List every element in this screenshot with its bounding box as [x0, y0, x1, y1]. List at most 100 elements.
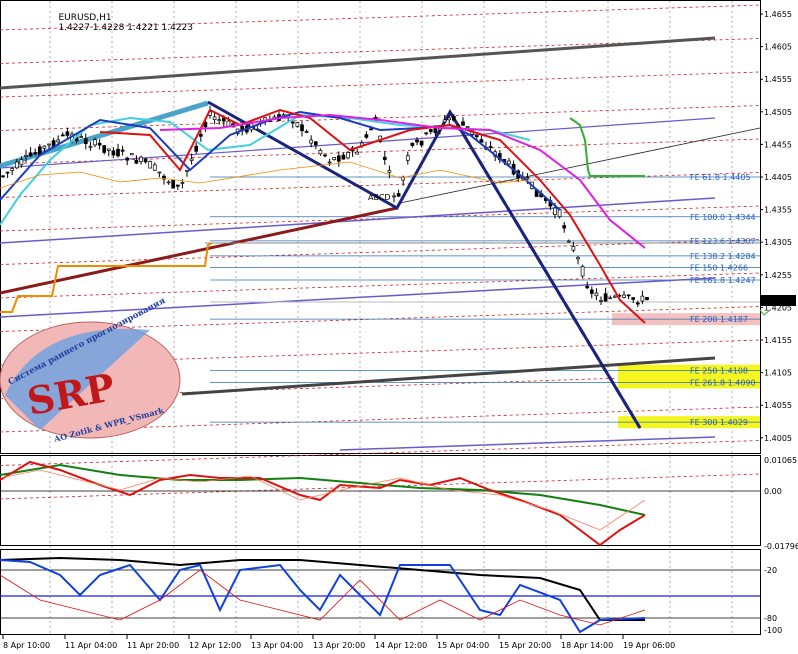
time-axis-label: 19 Apr 06:00 [623, 641, 675, 650]
candle-body [603, 293, 608, 302]
candle-body [166, 181, 171, 184]
candle-body [456, 124, 461, 127]
candle-body [336, 155, 341, 162]
candle-body [433, 127, 438, 134]
current-price-label: 1.4223 [763, 297, 791, 306]
candle-body [111, 150, 116, 156]
candle-body [290, 121, 295, 124]
fib-level-label: FE 123.6 1.4307 [690, 237, 756, 246]
time-axis-label: 12 Apr 12:00 [189, 641, 241, 650]
candle-body [88, 145, 93, 148]
candle-body [295, 122, 300, 127]
candle-body [405, 155, 410, 161]
candle-body [134, 159, 139, 164]
price-axis-label: 1.4055 [764, 401, 792, 410]
candle-body [571, 246, 576, 251]
time-axis-label: 13 Apr 20:00 [313, 641, 365, 650]
price-axis-label: 1.4605 [764, 43, 792, 52]
red-channel-line [0, 272, 761, 299]
candle-body [392, 195, 396, 198]
candle-body [599, 300, 603, 302]
candle-body [608, 297, 613, 300]
candle-body [585, 285, 590, 289]
candle-body [313, 141, 318, 146]
indicator1-frame [0, 455, 761, 546]
candle-body [14, 161, 19, 169]
red-channel-line [0, 71, 761, 98]
candle-body [327, 161, 332, 164]
candle-body [612, 295, 617, 298]
candle-body [346, 152, 350, 159]
candle-body [106, 148, 111, 151]
candle-body [212, 116, 217, 120]
candle-body [194, 145, 199, 152]
indicator2-axis-label: -20 [764, 566, 777, 575]
orange-moving-average [0, 161, 531, 189]
candle-body [447, 117, 452, 121]
candle-body [631, 297, 636, 300]
indicator1-axis-label: -0.01796 [764, 542, 798, 551]
indicator1-green-line [0, 463, 646, 516]
time-axis-label: 15 Apr 20:00 [499, 641, 551, 650]
price-axis-label: 1.4155 [764, 336, 792, 345]
candle-body [382, 156, 387, 160]
candle-body [189, 158, 194, 161]
fib-level-label: FE 138.2 1.4284 [690, 252, 756, 261]
candle-body [428, 129, 433, 132]
fib-level-label: FE 150 1.4266 [690, 264, 748, 273]
candle-body [60, 134, 65, 137]
candle-body [129, 153, 134, 156]
fib-level-label: FE 300 1.4029 [690, 418, 748, 427]
candle-body [396, 193, 401, 197]
candle-body [589, 289, 594, 294]
candle-body [387, 170, 392, 173]
candle-body [566, 240, 571, 243]
candle-body [525, 177, 530, 180]
purple-trendline-4 [339, 436, 716, 451]
candle-body [47, 143, 51, 146]
fib-level-label: FE 250 1.4108 [690, 367, 748, 376]
fib-level-label: FE 200 1.4187 [690, 315, 748, 324]
candle-body [217, 119, 222, 122]
price-axis-label: 1.4405 [764, 173, 792, 182]
candle-body [83, 138, 88, 144]
candle-body [507, 160, 511, 165]
price-axis-label: 1.4355 [764, 206, 792, 215]
candle-body [369, 128, 373, 131]
candle-body [424, 132, 429, 135]
candle-body [33, 152, 38, 155]
indicator2-axis-label: -100 [764, 626, 782, 635]
candle-body [125, 157, 130, 161]
red-channel-line [0, 473, 761, 500]
chart-window[interactable]: FE 61.8 1.4405 FE 100.0 1.4344 FE 123.6 1.… [0, 0, 798, 654]
candle-body [152, 164, 157, 171]
candle-body [576, 257, 580, 260]
chart-canvas[interactable]: FE 61.8 1.4405 FE 100.0 1.4344 FE 123.6 1.… [0, 0, 798, 654]
red-channel-line [0, 105, 761, 131]
time-axis-label: 11 Apr 20:00 [127, 641, 179, 650]
candle-body [1, 175, 5, 178]
candle-body [461, 121, 465, 126]
candle-body [364, 134, 369, 138]
candle-body [622, 294, 626, 298]
time-axis-label: 13 Apr 04:00 [251, 641, 303, 650]
candle-body [93, 139, 97, 146]
candle-body [180, 181, 185, 184]
candle-body [309, 139, 314, 144]
fib-level-label: FE 100.0 1.4344 [690, 213, 756, 222]
candle-body [148, 161, 153, 169]
time-axis-label: 18 Apr 14:00 [561, 641, 613, 650]
candle-body [332, 157, 337, 161]
time-axis-label: 8 Apr 10:00 [3, 641, 50, 650]
candle-body [594, 292, 599, 297]
indicator1-red-line [0, 460, 646, 547]
candle-body [635, 302, 640, 305]
candle-body [640, 295, 645, 302]
candle-body [323, 154, 327, 157]
candle-body [626, 294, 631, 297]
abcd-projection [448, 111, 642, 429]
candle-body [580, 266, 585, 277]
candle-body [139, 156, 143, 162]
candle-body [451, 116, 456, 121]
candle-body [465, 126, 470, 128]
